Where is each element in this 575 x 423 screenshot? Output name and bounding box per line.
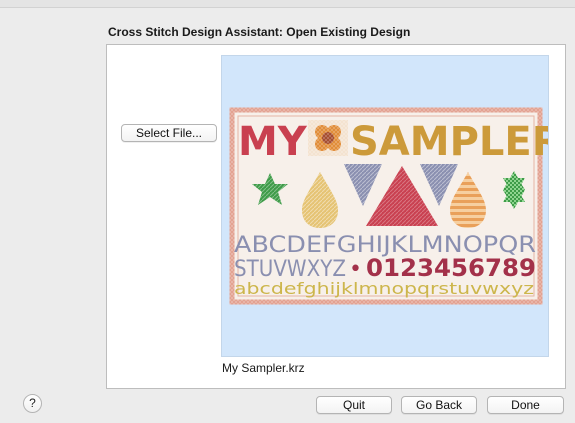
done-button[interactable]: Done bbox=[487, 396, 564, 414]
sampler-lowercase-line: abcdefghijklmnopqrstuvwxyz bbox=[234, 279, 534, 298]
selected-filename: My Sampler.krz bbox=[222, 361, 305, 375]
flower-motif bbox=[308, 120, 348, 156]
select-file-button[interactable]: Select File... bbox=[121, 124, 217, 142]
sampler-preview-image: MY SAMPLER ABCDEFGHIJKLMNOPQR STUVWXYZ •… bbox=[229, 107, 563, 305]
help-button[interactable]: ? bbox=[23, 394, 42, 413]
go-back-button[interactable]: Go Back bbox=[401, 396, 477, 414]
design-preview: MY SAMPLER ABCDEFGHIJKLMNOPQR STUVWXYZ •… bbox=[221, 55, 563, 357]
quit-button[interactable]: Quit bbox=[316, 396, 392, 414]
sampler-title-sampler: SAMPLER bbox=[350, 119, 548, 165]
sampler-title-my: MY bbox=[238, 119, 308, 165]
dialog-title: Cross Stitch Design Assistant: Open Exis… bbox=[108, 25, 411, 39]
sampler-numbers: 0123456789 bbox=[366, 254, 536, 282]
window-top-edge bbox=[0, 0, 575, 8]
